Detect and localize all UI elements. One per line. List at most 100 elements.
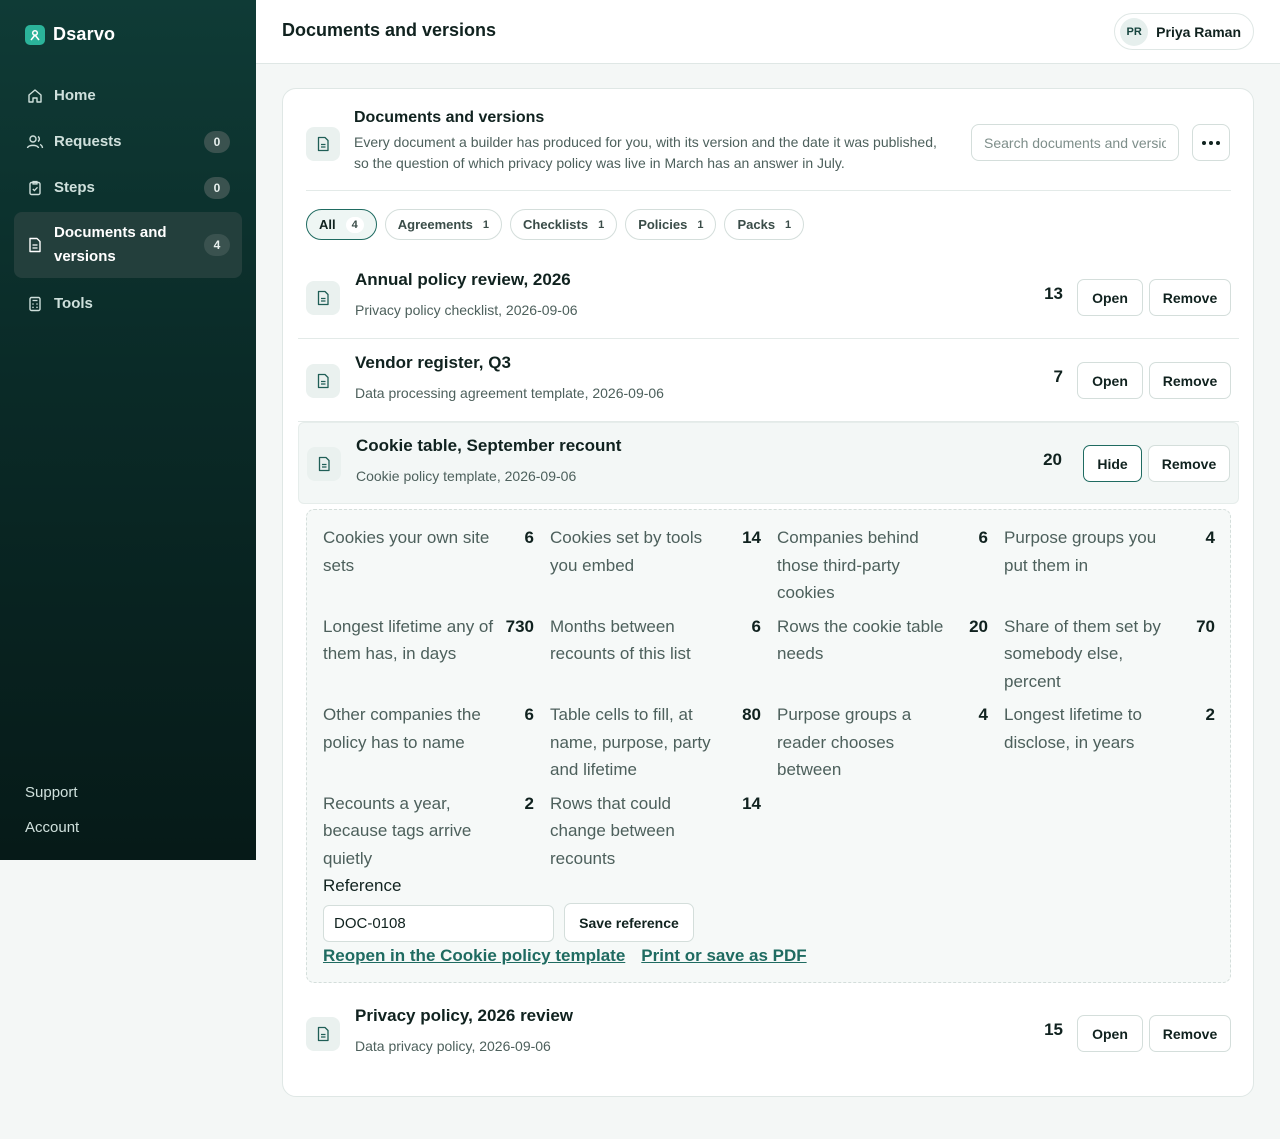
filter-count: 1 <box>598 218 605 231</box>
stat-item: Rows the cookie table needs 20 <box>777 613 988 696</box>
filter-checklists[interactable]: Checklists 1 <box>510 209 618 240</box>
document-icon <box>306 127 340 161</box>
sidebar-item-requests[interactable]: Requests 0 <box>14 120 242 164</box>
stat-item: Recounts a year, because tags arrive qui… <box>323 790 534 873</box>
user-name: Priya Raman <box>1156 23 1241 40</box>
reference-label: Reference <box>323 876 402 895</box>
support-link[interactable]: Support <box>25 783 79 818</box>
stat-value: 20 <box>969 616 988 636</box>
stat-label: Recounts a year, because tags arrive qui… <box>323 793 472 868</box>
sidebar-item-label: Documents and versions <box>54 224 167 265</box>
document-row: Vendor register, Q3 Data processing agre… <box>298 340 1239 422</box>
document-icon <box>306 1017 340 1051</box>
filter-agreements[interactable]: Agreements 1 <box>384 209 503 240</box>
home-icon <box>28 89 42 103</box>
document-number: 7 <box>1053 367 1063 386</box>
stat-label: Purpose groups a reader chooses between <box>777 705 912 779</box>
stat-label: Cookies set by tools you embed <box>550 528 703 575</box>
print-pdf-link[interactable]: Print or save as PDF <box>641 946 806 966</box>
document-icon <box>306 364 340 398</box>
sidebar-item-documents[interactable]: Documents and versions 4 <box>14 212 242 278</box>
hide-button[interactable]: Hide <box>1083 445 1142 482</box>
sidebar-nav: Home Requests 0 Steps 0 Documents and ve… <box>14 74 242 328</box>
sidebar-item-label: Home <box>54 87 96 104</box>
stat-label: Rows the cookie table needs <box>777 616 944 664</box>
more-options-button[interactable] <box>1192 124 1230 161</box>
user-menu-button[interactable]: PR Priya Raman <box>1114 13 1254 50</box>
brand-name: Dsarvo <box>53 24 116 44</box>
stat-item: Cookies set by tools you embed 14 <box>550 524 761 607</box>
documents-card: Documents and versions Every document a … <box>282 88 1254 1097</box>
remove-button[interactable]: Remove <box>1148 445 1230 482</box>
stat-item: Other companies the policy has to name 6 <box>323 701 534 784</box>
filter-tabs: All 4 Agreements 1 Checklists 1 Policies… <box>306 209 805 240</box>
sidebar-item-home[interactable]: Home <box>14 74 242 118</box>
stat-item: Longest lifetime to disclose, in years 2 <box>1004 701 1215 784</box>
filter-count: 1 <box>482 218 490 231</box>
brand[interactable]: Dsarvo <box>25 24 115 45</box>
stat-item: Companies behind those third-party cooki… <box>777 524 988 607</box>
count-badge: 4 <box>204 234 230 256</box>
stat-label: Share of them set by somebody else, perc… <box>1004 616 1161 691</box>
topbar: Documents and versions PR Priya Raman <box>256 0 1280 64</box>
filter-label: Checklists <box>523 217 589 232</box>
document-number: 20 <box>1043 450 1062 469</box>
stat-label: Table cells to fill, at name, purpose, p… <box>550 705 711 779</box>
document-number: 13 <box>1044 284 1063 303</box>
remove-button[interactable]: Remove <box>1149 1015 1231 1052</box>
clipboard-icon <box>29 180 41 196</box>
sidebar-item-tools[interactable]: Tools <box>14 282 242 326</box>
count-badge: 0 <box>204 177 230 199</box>
card-header: Documents and versions Every document a … <box>306 109 1231 191</box>
account-link[interactable]: Account <box>25 818 79 853</box>
stat-value: 14 <box>742 528 761 547</box>
document-title: Privacy policy, 2026 review <box>355 1006 573 1025</box>
stat-label: Longest lifetime to disclose, in years <box>1004 705 1142 752</box>
stat-item: Longest lifetime any of them has, in day… <box>323 613 534 696</box>
document-subtitle: Data processing agreement template, 2026… <box>355 385 664 401</box>
filter-packs[interactable]: Packs 1 <box>724 209 805 240</box>
reference-input[interactable] <box>323 905 554 942</box>
filter-all[interactable]: All 4 <box>306 209 377 240</box>
avatar: PR <box>1120 17 1149 46</box>
document-subtitle: Cookie policy template, 2026-09-06 <box>356 468 577 484</box>
page-title: Documents and versions <box>282 20 497 40</box>
sidebar: Dsarvo Home Requests 0 Steps 0 Documents… <box>0 0 256 860</box>
users-icon <box>26 135 44 149</box>
stat-label: Longest lifetime any of them has, in day… <box>323 616 494 664</box>
stat-value: 14 <box>742 793 761 813</box>
stat-label: Purpose groups you put them in <box>1004 528 1157 575</box>
open-button[interactable]: Open <box>1077 362 1143 399</box>
search-input[interactable] <box>971 124 1179 161</box>
stat-item: Months between recounts of this list 6 <box>550 613 761 696</box>
stat-value: 70 <box>1196 616 1215 636</box>
stat-value: 4 <box>978 705 988 724</box>
stat-value: 6 <box>524 705 534 724</box>
document-icon <box>307 447 341 481</box>
brand-logo-icon <box>25 24 45 45</box>
stat-item: Purpose groups you put them in 4 <box>1004 524 1215 607</box>
open-button[interactable]: Open <box>1077 279 1143 316</box>
document-title: Cookie table, September recount <box>356 436 622 455</box>
filter-label: Packs <box>737 217 776 232</box>
filter-label: Policies <box>638 217 688 232</box>
save-reference-button[interactable]: Save reference <box>564 903 694 942</box>
stat-value: 2 <box>1205 705 1215 724</box>
document-subtitle: Data privacy policy, 2026-09-06 <box>355 1038 551 1054</box>
more-dots-icon <box>1209 140 1213 145</box>
sidebar-item-steps[interactable]: Steps 0 <box>14 166 242 210</box>
reopen-template-link[interactable]: Reopen in the Cookie policy template <box>323 946 625 966</box>
remove-button[interactable]: Remove <box>1149 362 1231 399</box>
remove-button[interactable]: Remove <box>1149 279 1231 316</box>
stat-value: 80 <box>742 705 761 724</box>
stat-value: 6 <box>751 616 761 636</box>
sidebar-footer: Support Account <box>25 783 79 853</box>
document-icon <box>306 281 340 315</box>
document-title: Vendor register, Q3 <box>355 353 511 372</box>
open-button[interactable]: Open <box>1077 1015 1143 1052</box>
stat-item: Table cells to fill, at name, purpose, p… <box>550 701 761 784</box>
document-title: Annual policy review, 2026 <box>355 270 571 289</box>
filter-policies[interactable]: Policies 1 <box>625 209 717 240</box>
stat-label: Rows that could change between recounts <box>550 793 675 868</box>
sidebar-item-label: Steps <box>54 179 95 196</box>
